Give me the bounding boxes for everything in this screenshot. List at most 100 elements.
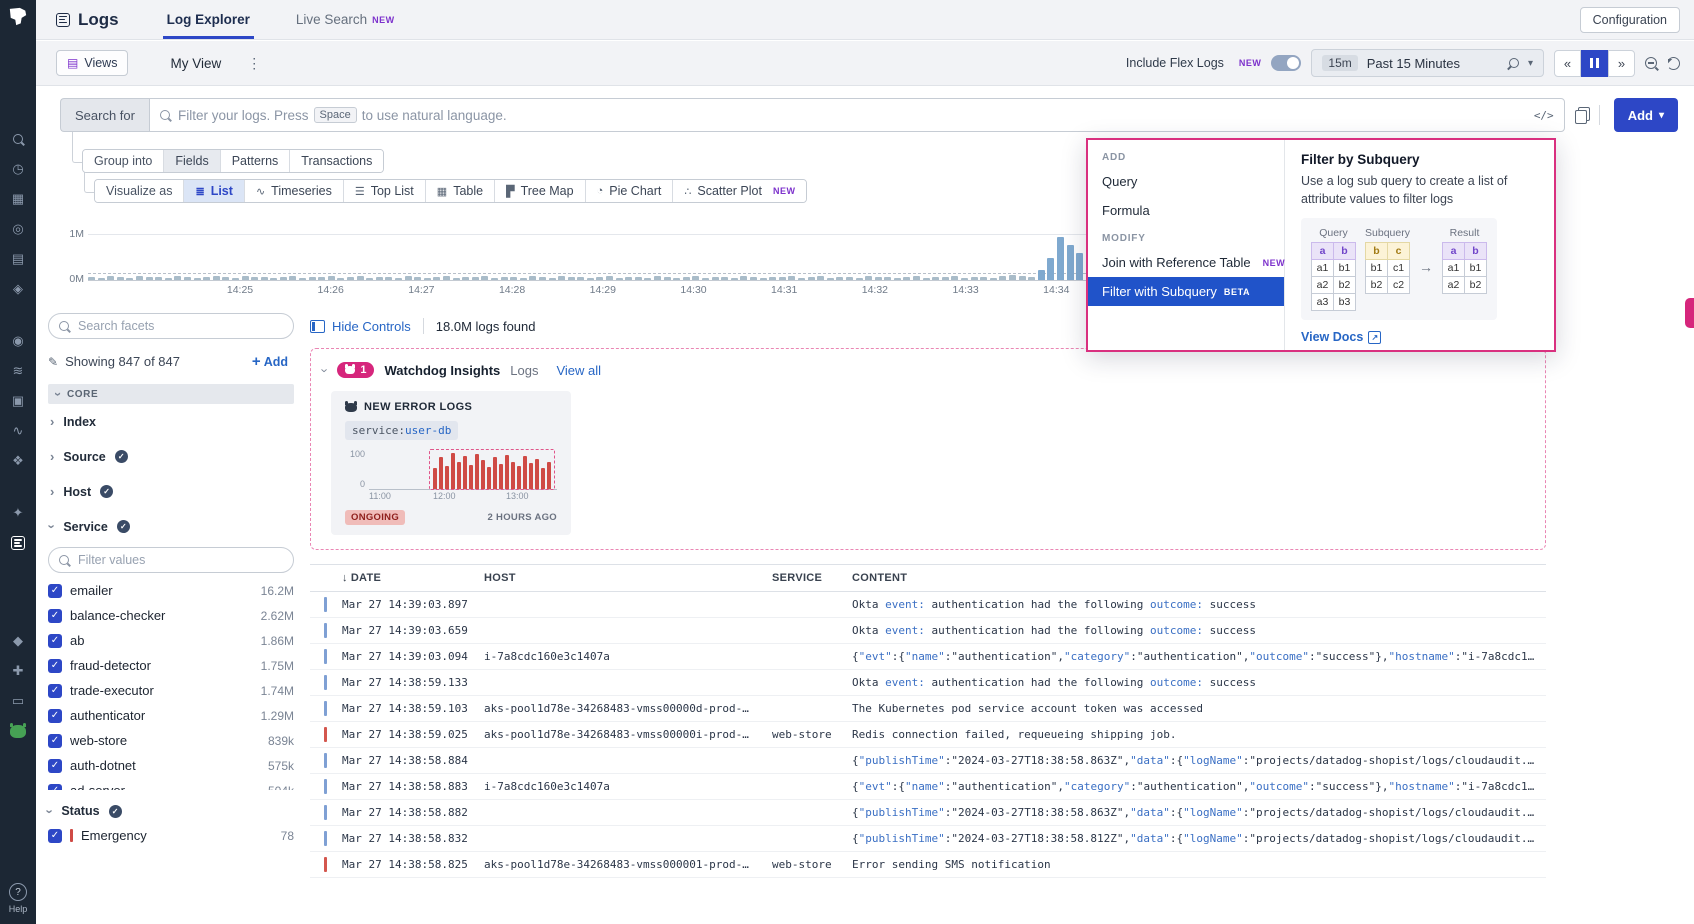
facet-value-balance-checker[interactable]: ✓balance-checker2.62M	[48, 603, 294, 628]
insight-query-chip[interactable]: service: user-db	[345, 421, 458, 440]
llm-observability-icon[interactable]: ✦	[0, 506, 36, 520]
facet-value-trade-executor[interactable]: ✓trade-executor1.74M	[48, 678, 294, 703]
view-options-kebab-icon[interactable]: ⋮	[247, 55, 261, 72]
apm-icon[interactable]: ◈	[0, 282, 36, 296]
checkbox-checked[interactable]: ✓	[48, 759, 62, 773]
logs-icon[interactable]	[0, 536, 36, 550]
time-range-control[interactable]: 15m Past 15 Minutes ▾	[1311, 49, 1544, 77]
viz-option-scatter-plot[interactable]: ∴Scatter PlotNEW	[673, 180, 806, 202]
viz-option-timeseries[interactable]: ∿Timeseries	[245, 180, 344, 202]
facet-search-input[interactable]	[76, 318, 283, 334]
facet-source[interactable]: ›Source✓	[48, 439, 294, 474]
group-tab-fields[interactable]: Fields	[164, 150, 220, 172]
tab-log-explorer[interactable]: Log Explorer	[163, 0, 254, 39]
facets-showing[interactable]: Showing 847 of 847	[65, 354, 180, 369]
menu-item-formula[interactable]: Formula	[1088, 196, 1284, 225]
facet-value-ad-server[interactable]: ✓ad-server504k	[48, 778, 294, 790]
refresh-icon[interactable]	[1667, 57, 1680, 70]
edit-facets-icon[interactable]: ✎	[48, 355, 58, 369]
facet-service[interactable]: ›Service✓	[48, 509, 294, 544]
history-icon[interactable]: ◷	[0, 162, 36, 176]
datadog-logo[interactable]	[7, 7, 29, 32]
menu-item-query[interactable]: Query	[1088, 167, 1284, 196]
saved-view-name[interactable]: My View	[170, 56, 221, 71]
monitors-icon[interactable]: ◎	[0, 222, 36, 236]
checkbox-checked[interactable]: ✓	[48, 659, 62, 673]
column-header-date[interactable]: ↓DATE	[342, 572, 474, 584]
new-feature-icon[interactable]: ✚	[0, 664, 36, 678]
pin-icon[interactable]	[1507, 56, 1521, 70]
view-docs-link[interactable]: View Docs ↗	[1301, 330, 1381, 344]
menu-item-filter-with-subquery[interactable]: Filter with SubqueryBETA	[1088, 277, 1284, 306]
menu-item-join-with-reference-table[interactable]: Join with Reference TableNEW	[1088, 248, 1284, 277]
checkbox-checked[interactable]: ✓	[48, 584, 62, 598]
dashboards-icon[interactable]: ▦	[0, 192, 36, 206]
facet-value-emailer[interactable]: ✓emailer16.2M	[48, 578, 294, 603]
viz-option-table[interactable]: ▦Table	[426, 180, 495, 202]
checkbox-checked[interactable]: ✓	[48, 609, 62, 623]
table-row[interactable]: Mar 27 14:39:03.659Okta event: authentic…	[310, 618, 1546, 644]
facet-value-authenticator[interactable]: ✓authenticator1.29M	[48, 703, 294, 728]
add-query-button[interactable]: Add ▾	[1614, 98, 1678, 132]
chevron-down-icon[interactable]: ▾	[1528, 58, 1533, 69]
checkbox-checked[interactable]: ✓	[48, 709, 62, 723]
table-row[interactable]: Mar 27 14:38:59.133Okta event: authentic…	[310, 670, 1546, 696]
step-forward-button[interactable]: »	[1608, 50, 1635, 77]
column-header-content[interactable]: CONTENT	[852, 572, 1546, 584]
viz-option-list[interactable]: ≣List	[184, 180, 244, 202]
pause-button[interactable]	[1581, 50, 1608, 77]
chevron-down-icon[interactable]: ›	[318, 368, 333, 372]
column-header-service[interactable]: SERVICE	[772, 572, 842, 584]
tab-live-search[interactable]: Live SearchNEW	[292, 0, 399, 39]
facet-value-auth-dotnet[interactable]: ✓auth-dotnet575k	[48, 753, 294, 778]
digital-experience-icon[interactable]: ◉	[0, 334, 36, 348]
hide-controls-button[interactable]: Hide Controls	[310, 319, 411, 334]
checkbox-checked[interactable]: ✓	[48, 734, 62, 748]
code-view-icon[interactable]: </>	[1534, 109, 1554, 122]
checkbox-checked[interactable]: ✓	[48, 684, 62, 698]
watchdog-flyout-button[interactable]	[1685, 298, 1694, 328]
metrics-icon[interactable]: ◆	[0, 634, 36, 648]
table-row[interactable]: Mar 27 14:39:03.897Okta event: authentic…	[310, 592, 1546, 618]
views-button[interactable]: ▤ Views	[56, 50, 128, 76]
watchdog-insight-card[interactable]: NEW ERROR LOGS service: user-db 100 0	[331, 391, 571, 535]
integrations-icon[interactable]: ❖	[0, 454, 36, 468]
table-row[interactable]: Mar 27 14:38:58.883i-7a8cdc160e3c1407a{"…	[310, 774, 1546, 800]
actions-icon[interactable]: ∿	[0, 424, 36, 438]
search-icon[interactable]	[0, 132, 36, 146]
help-button[interactable]: ? Help	[9, 883, 28, 914]
step-back-button[interactable]: «	[1554, 50, 1581, 77]
checkbox-checked[interactable]: ✓	[48, 634, 62, 648]
copy-icon[interactable]	[1575, 110, 1587, 124]
group-tab-patterns[interactable]: Patterns	[221, 150, 291, 172]
table-row[interactable]: Mar 27 14:38:59.025aks-pool1d78e-3426848…	[310, 722, 1546, 748]
facet-value-emergency[interactable]: ✓Emergency78	[48, 823, 294, 848]
facet-value-fraud-detector[interactable]: ✓fraud-detector1.75M	[48, 653, 294, 678]
table-row[interactable]: Mar 27 14:38:59.103aks-pool1d78e-3426848…	[310, 696, 1546, 722]
facet-value-web-store[interactable]: ✓web-store839k	[48, 728, 294, 753]
table-row[interactable]: Mar 27 14:38:58.884{"publishTime":"2024-…	[310, 748, 1546, 774]
viz-option-top-list[interactable]: ☰Top List	[344, 180, 426, 202]
column-header-host[interactable]: HOST	[484, 572, 762, 584]
search-input[interactable]: Filter your logs. Press Space to use nat…	[149, 98, 1565, 132]
facet-filter-input[interactable]	[76, 552, 283, 568]
core-section-header[interactable]: › CORE	[48, 384, 294, 404]
watchdog-count-badge[interactable]: 1	[337, 362, 374, 378]
software-delivery-icon[interactable]: ≋	[0, 364, 36, 378]
table-row[interactable]: Mar 27 14:38:58.882{"publishTime":"2024-…	[310, 800, 1546, 826]
bits-ai-icon[interactable]	[0, 724, 36, 738]
group-tab-transactions[interactable]: Transactions	[290, 150, 383, 172]
facet-index[interactable]: ›Index	[48, 404, 294, 439]
flex-logs-toggle[interactable]	[1271, 55, 1301, 71]
checkbox-checked[interactable]: ✓	[48, 784, 62, 791]
configuration-button[interactable]: Configuration	[1580, 7, 1680, 33]
infrastructure-icon[interactable]: ▤	[0, 252, 36, 266]
facet-status[interactable]: › Status ✓	[48, 799, 294, 823]
facet-value-ab[interactable]: ✓ab1.86M	[48, 628, 294, 653]
facet-host[interactable]: ›Host✓	[48, 474, 294, 509]
table-row[interactable]: Mar 27 14:38:58.825aks-pool1d78e-3426848…	[310, 852, 1546, 878]
session-replay-icon[interactable]: ▭	[0, 694, 36, 708]
checkbox-checked[interactable]: ✓	[48, 829, 62, 843]
table-row[interactable]: Mar 27 14:38:58.832{"publishTime":"2024-…	[310, 826, 1546, 852]
view-all-link[interactable]: View all	[556, 363, 601, 378]
